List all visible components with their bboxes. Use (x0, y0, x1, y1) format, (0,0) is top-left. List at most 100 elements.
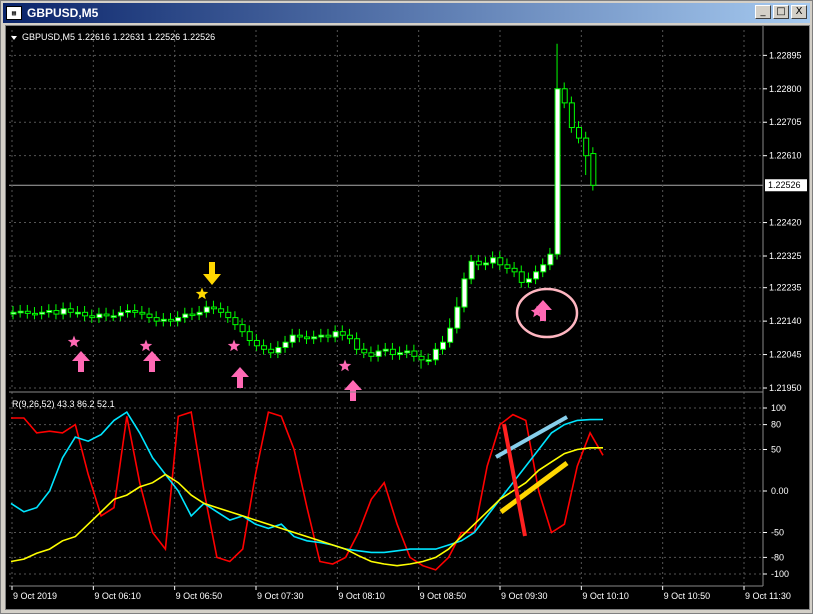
bear-candle (561, 88, 568, 104)
bear-candle (304, 336, 310, 340)
candles-layer (10, 43, 597, 369)
bull-candle (275, 347, 282, 354)
bear-candle (475, 260, 482, 266)
y-tick-label: 1.21950 (769, 383, 802, 393)
bear-candle (411, 350, 418, 357)
chart-window: ▦ GBPUSD,M5 _ □ X GBPUSD,M5 1.22616 1.22… (0, 0, 813, 614)
bear-candle (146, 313, 153, 319)
bull-candle (160, 318, 167, 322)
y-tick-label: 1.22610 (769, 151, 802, 161)
bear-candle (354, 338, 361, 350)
bear-candle (239, 324, 246, 333)
indicator-header: R(9,26,52) 43.3 86.2 52.1 (12, 399, 115, 409)
x-tick-label: 9 Oct 11:30 (745, 591, 791, 601)
y-tick-label: -100 (771, 569, 789, 579)
x-tick-label: 9 Oct 09:30 (501, 591, 548, 601)
bull-candle (547, 253, 554, 266)
x-tick-label: 9 Oct 2019 (13, 591, 57, 601)
y-tick-label: 1.22045 (769, 350, 802, 360)
bear-candle (497, 257, 504, 266)
window-title: GBPUSD,M5 (27, 6, 99, 20)
y-tick-label: 1.22800 (769, 84, 802, 94)
price-chart-svg[interactable]: GBPUSD,M5 1.22616 1.22631 1.22526 1.2252… (6, 26, 809, 609)
chart-area[interactable]: GBPUSD,M5 1.22616 1.22631 1.22526 1.2252… (5, 25, 810, 610)
bear-candle (339, 331, 346, 336)
bear-candle (590, 153, 597, 186)
x-tick-label: 9 Oct 10:10 (582, 591, 629, 601)
bear-candle (511, 267, 518, 273)
bull-candle (203, 306, 210, 313)
bear-candle (518, 271, 525, 283)
bear-candle (261, 345, 268, 350)
sell-arrow-icon (203, 262, 221, 285)
bear-candle (82, 311, 89, 317)
bull-candle (397, 352, 404, 356)
bear-candle (346, 334, 353, 340)
y-tick-label: 50 (771, 445, 781, 455)
bull-candle (554, 88, 561, 255)
y-tick-label: 80 (771, 420, 781, 430)
bull-candle (46, 310, 53, 313)
bull-candle (175, 317, 182, 322)
bull-candle (282, 341, 289, 349)
bear-candle (218, 308, 225, 313)
bull-candle (482, 262, 489, 266)
bull-candle (289, 334, 296, 343)
bull-candle (425, 359, 432, 362)
bear-candle (53, 310, 60, 315)
bull-candle (454, 306, 461, 329)
bear-candle (361, 348, 368, 354)
bull-candle (432, 348, 439, 361)
bull-candle (490, 257, 497, 264)
maximize-button[interactable]: □ (773, 5, 789, 19)
x-tick-label: 9 Oct 08:10 (338, 591, 385, 601)
main-grid (9, 30, 763, 390)
buy-arrow-icon (231, 367, 249, 388)
bear-candle (268, 348, 275, 354)
bear-candle (253, 339, 260, 347)
bear-candle (139, 311, 146, 315)
bull-candle (60, 308, 67, 315)
title-bar[interactable]: ▦ GBPUSD,M5 _ □ X (3, 3, 810, 23)
x-tick-label: 9 Oct 07:30 (257, 591, 304, 601)
x-tick-label: 9 Oct 08:50 (420, 591, 467, 601)
y-tick-label: 1.22895 (769, 50, 802, 60)
bear-candle (568, 102, 575, 129)
x-tick-label: 9 Oct 06:10 (94, 591, 141, 601)
axes-layer: 1.22895 1.22800 1.22705 1.22610 1.22420 1.223… (9, 26, 807, 601)
y-tick-label: 100 (771, 403, 786, 413)
bull-candle (382, 348, 389, 352)
bear-candle (583, 137, 590, 157)
bear-candle (189, 313, 196, 317)
buy-arrow-icon (344, 380, 362, 401)
bull-candle (440, 341, 447, 350)
bear-candle (103, 313, 110, 317)
bull-candle (311, 336, 318, 340)
bear-candle (246, 331, 253, 341)
x-tick-label: 9 Oct 06:50 (176, 591, 223, 601)
bear-candle (389, 348, 396, 356)
highlight-circle (515, 287, 579, 339)
bear-candle (31, 312, 38, 316)
bear-candle (576, 127, 583, 139)
y-tick-label: 0.00 (771, 486, 789, 496)
bull-candle (468, 260, 475, 280)
bull-candle (375, 350, 382, 357)
y-tick-label: 1.22420 (769, 218, 802, 228)
bull-candle (74, 311, 81, 315)
bear-candle (368, 352, 375, 357)
bull-candle (39, 311, 46, 315)
bull-candle (525, 278, 532, 283)
dropdown-icon[interactable] (11, 36, 17, 40)
star-icon (227, 339, 241, 352)
minimize-button[interactable]: _ (755, 5, 771, 19)
bull-candle (318, 334, 325, 338)
current-price-label: 1.22526 (768, 180, 801, 190)
signal-markers-layer (67, 262, 579, 401)
bull-candle (10, 311, 17, 315)
bull-candle (540, 264, 547, 273)
bull-candle (461, 278, 468, 308)
close-button[interactable]: X (791, 5, 807, 19)
y-tick-label: 1.22235 (769, 283, 802, 293)
bull-candle (96, 313, 103, 319)
